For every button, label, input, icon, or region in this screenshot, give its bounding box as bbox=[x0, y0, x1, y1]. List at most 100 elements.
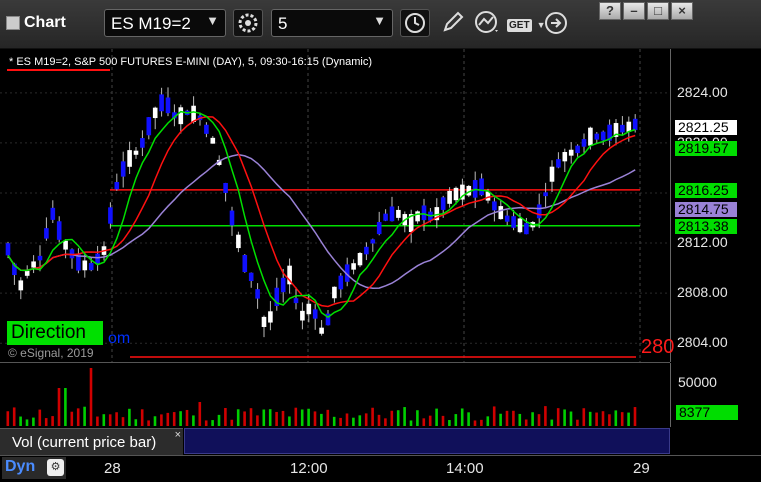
studies-button[interactable] bbox=[474, 10, 502, 39]
candle-body bbox=[306, 303, 312, 315]
candle-body bbox=[108, 207, 113, 224]
candle-body bbox=[447, 190, 452, 204]
candle-body bbox=[159, 94, 164, 112]
volume-bar bbox=[51, 416, 54, 426]
study-icon bbox=[475, 11, 498, 33]
time-axis[interactable]: 28 12:00 14:00 29 bbox=[0, 455, 761, 482]
candle-body bbox=[146, 117, 152, 136]
chevron-down-icon[interactable]: ▼ bbox=[373, 13, 386, 28]
volume-bar bbox=[582, 408, 586, 426]
candle-body bbox=[82, 260, 88, 271]
volume-bar bbox=[364, 413, 368, 426]
candle-body bbox=[421, 205, 427, 221]
settings-icon[interactable]: ⚙ bbox=[47, 459, 64, 476]
volume-chart[interactable] bbox=[0, 363, 670, 427]
volume-bar bbox=[537, 414, 541, 426]
candle-body bbox=[562, 152, 568, 162]
volume-bar bbox=[620, 412, 624, 426]
navigate-button[interactable] bbox=[543, 10, 569, 41]
volume-bar bbox=[140, 409, 144, 426]
candle-body bbox=[120, 161, 126, 177]
volume-bar bbox=[556, 408, 560, 426]
direction-label: Direction bbox=[7, 321, 103, 345]
volume-bar bbox=[588, 411, 592, 426]
volume-bar bbox=[300, 409, 304, 426]
candle-body bbox=[364, 246, 369, 255]
candle-body bbox=[255, 289, 260, 299]
close-button[interactable]: × bbox=[671, 2, 693, 20]
price-axis-tick: 2824.00 bbox=[677, 83, 728, 100]
candle-body bbox=[293, 298, 299, 304]
pane-divider[interactable] bbox=[0, 362, 670, 363]
help-button[interactable]: ? bbox=[599, 2, 621, 20]
dynamic-mode-button[interactable]: Dyn ⚙ bbox=[2, 457, 66, 479]
gear-icon bbox=[238, 13, 258, 33]
volume-axis[interactable]: 50000 8377 bbox=[670, 363, 761, 427]
candle-body bbox=[620, 124, 625, 133]
price-chart[interactable] bbox=[0, 49, 670, 362]
volume-bar bbox=[633, 407, 637, 426]
time-label: 29 bbox=[633, 460, 650, 477]
minimize-button[interactable]: – bbox=[623, 2, 645, 20]
volume-legend[interactable]: Vol (current price bar) × bbox=[0, 428, 183, 455]
candle-body bbox=[498, 206, 504, 220]
candle-body bbox=[300, 310, 305, 321]
volume-axis-tick: 50000 bbox=[678, 374, 717, 390]
draw-tool-button[interactable] bbox=[441, 10, 465, 39]
price-tag: 2816.25 bbox=[675, 182, 737, 198]
candle-body bbox=[229, 210, 235, 226]
close-icon[interactable]: × bbox=[175, 429, 181, 441]
volume-bar bbox=[627, 412, 630, 426]
candle-body bbox=[504, 215, 510, 222]
candle-body bbox=[556, 159, 561, 168]
volume-bar bbox=[512, 410, 515, 426]
settings-button[interactable] bbox=[233, 9, 263, 37]
candle-body bbox=[351, 263, 356, 270]
volume-bar bbox=[12, 407, 16, 426]
volume-bar bbox=[320, 413, 323, 426]
candle-body bbox=[242, 255, 248, 273]
volume-bar bbox=[32, 417, 35, 426]
candle-body bbox=[536, 204, 542, 219]
volume-bar bbox=[460, 408, 464, 426]
volume-bar bbox=[108, 414, 112, 426]
candle-body bbox=[140, 138, 145, 148]
volume-bar bbox=[352, 417, 355, 426]
volume-bar bbox=[44, 418, 48, 426]
symbol-input[interactable]: ES M19=2 ▼ bbox=[104, 9, 226, 37]
volume-bar bbox=[262, 409, 266, 426]
volume-bar bbox=[230, 419, 234, 426]
volume-bar bbox=[454, 414, 458, 426]
window-icon bbox=[6, 16, 20, 30]
title-underline bbox=[7, 69, 110, 71]
interval-select[interactable]: 5 ▼ bbox=[271, 9, 393, 37]
candle-body bbox=[575, 145, 580, 154]
candle-body bbox=[152, 107, 158, 119]
price-axis-tick: 2808.00 bbox=[677, 284, 728, 301]
candle-body bbox=[56, 221, 62, 240]
volume-bar bbox=[569, 411, 573, 426]
volume-legend-label: Vol (current price bar) bbox=[12, 434, 157, 451]
candle-body bbox=[632, 118, 638, 131]
volume-bar bbox=[384, 418, 387, 426]
volume-bar bbox=[435, 408, 438, 426]
interval-value: 5 bbox=[278, 14, 288, 33]
candle-body bbox=[248, 272, 254, 282]
get-data-button[interactable]: GET ▼ bbox=[507, 12, 546, 33]
restore-button[interactable]: □ bbox=[647, 2, 669, 20]
volume-bar bbox=[83, 406, 86, 426]
volume-info-panel bbox=[184, 428, 670, 454]
time-button[interactable] bbox=[400, 9, 430, 37]
volume-bar bbox=[275, 411, 278, 426]
volume-bar bbox=[57, 388, 61, 426]
chart-title: * ES M19=2, S&P 500 FUTURES E-MINI (DAY)… bbox=[9, 56, 373, 68]
candle-body bbox=[389, 206, 395, 222]
clock-icon bbox=[405, 13, 425, 33]
app-title: Chart bbox=[6, 14, 66, 32]
volume-bar bbox=[76, 408, 80, 426]
candle-body bbox=[524, 223, 529, 235]
chevron-down-icon[interactable]: ▼ bbox=[206, 13, 219, 28]
candle-body bbox=[581, 139, 587, 147]
volume-bar bbox=[64, 388, 67, 426]
volume-bar bbox=[134, 419, 138, 426]
